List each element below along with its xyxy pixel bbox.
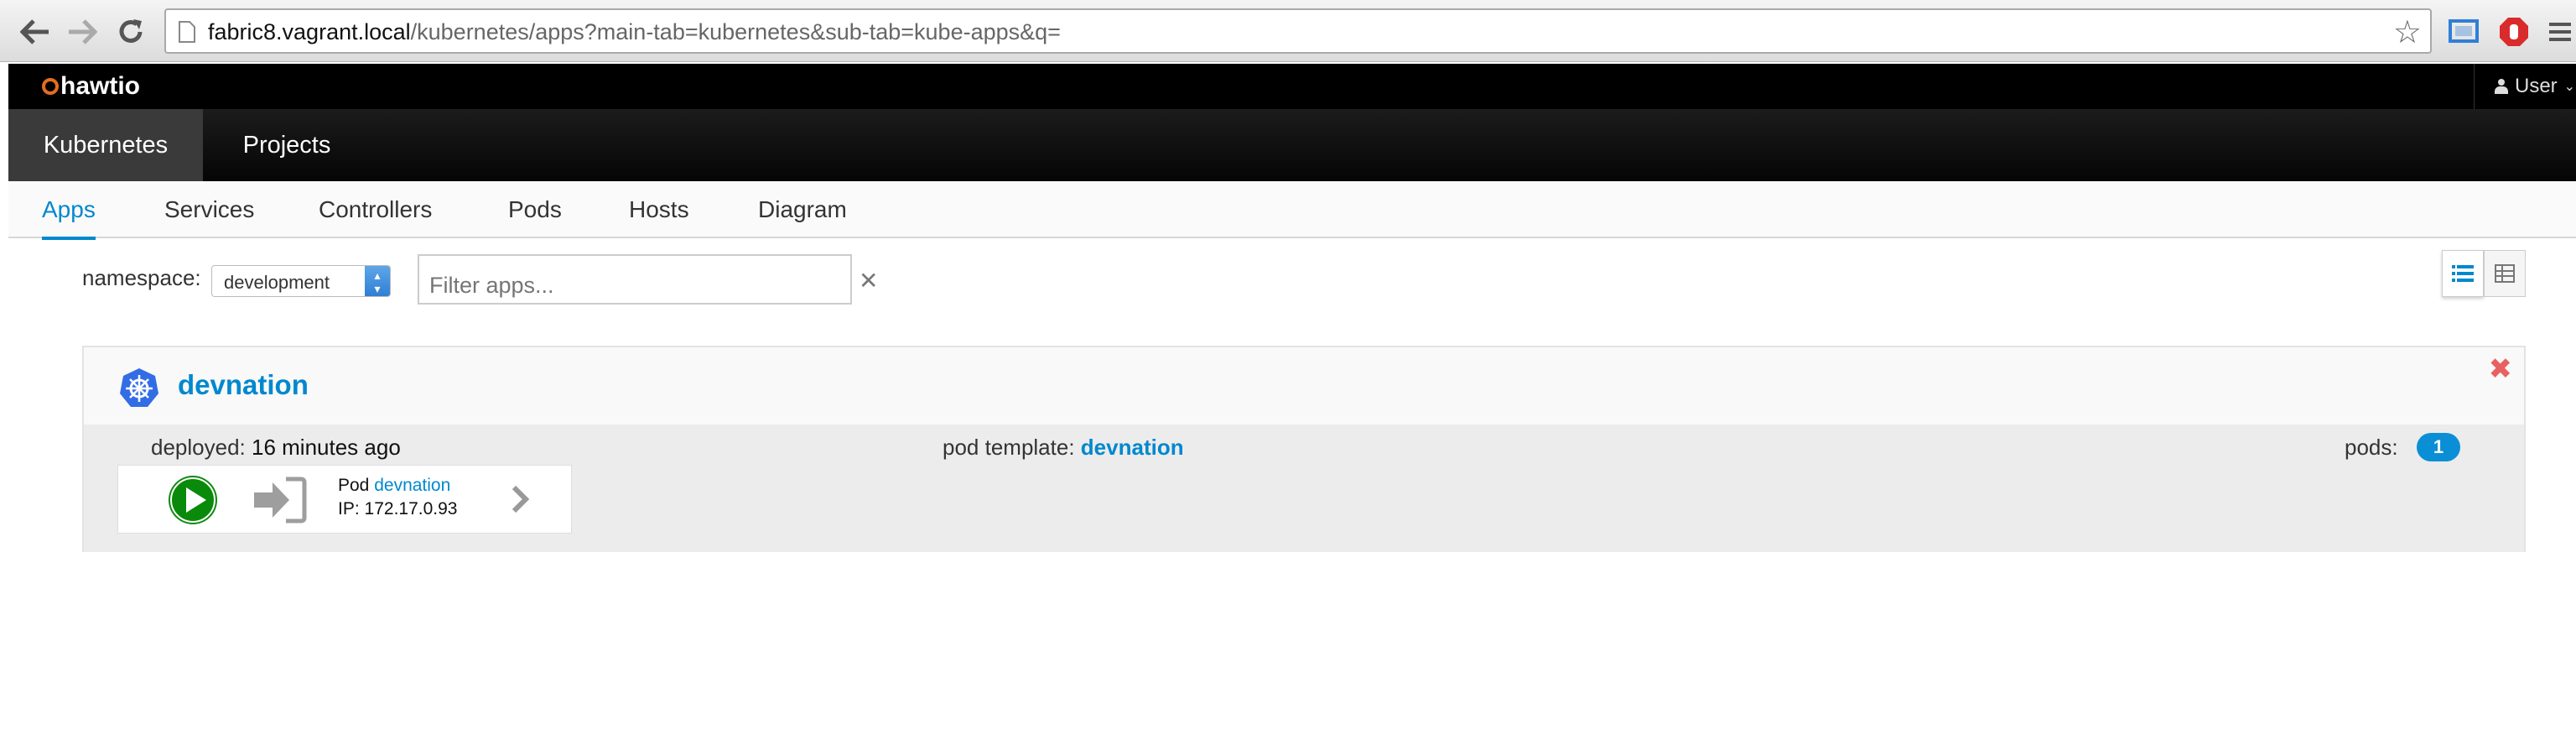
delete-app-icon[interactable]: ✖ bbox=[2489, 352, 2513, 386]
filter-apps-input[interactable] bbox=[418, 254, 852, 305]
subtab-hosts[interactable]: Hosts bbox=[629, 181, 689, 238]
hamburger-menu-icon bbox=[2549, 23, 2571, 41]
app-card-body: deployed: 16 minutes ago pod template: d… bbox=[84, 425, 2524, 552]
url-host: fabric8.vagrant.local bbox=[208, 19, 411, 44]
url-text: fabric8.vagrant.local/kubernetes/apps?ma… bbox=[208, 19, 1061, 45]
page-icon bbox=[179, 21, 195, 43]
subtab-apps[interactable]: Apps bbox=[42, 181, 96, 240]
kubernetes-icon bbox=[120, 368, 158, 407]
reload-icon bbox=[119, 19, 143, 43]
reload-button[interactable] bbox=[112, 13, 149, 50]
pod-prefix: Pod bbox=[338, 476, 370, 495]
user-menu[interactable]: User ⌄ bbox=[2474, 64, 2576, 109]
screen-icon bbox=[2449, 19, 2479, 43]
deployed-label: deployed: bbox=[151, 435, 246, 460]
pod-template-label: pod template: bbox=[943, 435, 1075, 460]
deployed-info: deployed: 16 minutes ago bbox=[151, 435, 401, 461]
namespace-value: development bbox=[224, 272, 330, 293]
back-button[interactable] bbox=[17, 13, 54, 50]
list-view-button[interactable] bbox=[2442, 250, 2484, 297]
user-label: User bbox=[2515, 75, 2558, 97]
pods-label: pods: bbox=[2345, 435, 2398, 460]
menu-button[interactable] bbox=[2541, 13, 2576, 50]
deployed-value: 16 minutes ago bbox=[252, 435, 401, 460]
back-arrow-icon bbox=[20, 19, 49, 44]
extension-button[interactable] bbox=[2496, 13, 2532, 50]
forward-button[interactable] bbox=[64, 13, 101, 50]
subtab-controllers[interactable]: Controllers bbox=[319, 181, 432, 238]
pod-name-link[interactable]: devnation bbox=[374, 476, 450, 495]
address-bar[interactable]: fabric8.vagrant.local/kubernetes/apps?ma… bbox=[164, 8, 2432, 54]
browser-toolbar: fabric8.vagrant.local/kubernetes/apps?ma… bbox=[0, 0, 2576, 62]
tab-kubernetes[interactable]: Kubernetes bbox=[8, 109, 203, 181]
subtab-diagram[interactable]: Diagram bbox=[758, 181, 847, 238]
select-arrows-icon: ▴ ▾ bbox=[365, 266, 390, 296]
logo-icon bbox=[42, 78, 59, 95]
list-icon bbox=[2452, 265, 2474, 282]
app-name-link[interactable]: devnation bbox=[178, 369, 309, 401]
chevron-right-icon[interactable] bbox=[504, 482, 538, 516]
running-play-icon bbox=[169, 476, 217, 524]
app-card: devnation ✖ deployed: 16 minutes ago pod… bbox=[82, 346, 2526, 552]
pod-template-info: pod template: devnation bbox=[943, 435, 1184, 461]
pod-item: Pod devnation IP: 172.17.0.93 bbox=[117, 465, 572, 534]
cast-button[interactable] bbox=[2445, 13, 2482, 50]
chevron-down-icon: ⌄ bbox=[2563, 80, 2576, 94]
logo-text: hawtio bbox=[60, 72, 140, 100]
clear-filter-icon[interactable]: ✕ bbox=[859, 267, 878, 294]
app-header: hawtio User ⌄ bbox=[8, 64, 2576, 109]
pod-ip-value: 172.17.0.93 bbox=[364, 499, 458, 518]
pods-count-badge[interactable]: 1 bbox=[2417, 433, 2460, 461]
pod-ip-label: IP: bbox=[338, 499, 360, 518]
main-nav: Kubernetes Projects bbox=[8, 109, 2576, 181]
user-icon bbox=[2495, 79, 2508, 94]
namespace-label: namespace: bbox=[82, 265, 201, 290]
hawtio-logo[interactable]: hawtio bbox=[42, 72, 140, 101]
bookmark-star-icon[interactable]: ☆ bbox=[2393, 13, 2422, 51]
app-card-header: devnation ✖ bbox=[84, 347, 2524, 425]
adblock-stop-icon bbox=[2500, 18, 2528, 46]
grid-icon bbox=[2495, 264, 2515, 283]
login-arrow-icon[interactable] bbox=[252, 476, 308, 524]
sub-nav: Apps Services Controllers Pods Hosts Dia… bbox=[8, 181, 2576, 240]
url-path: /kubernetes/apps?main-tab=kubernetes&sub… bbox=[410, 19, 1061, 44]
pod-template-link[interactable]: devnation bbox=[1081, 435, 1184, 460]
namespace-select[interactable]: development ▴ ▾ bbox=[211, 265, 391, 297]
subtab-services[interactable]: Services bbox=[164, 181, 254, 238]
table-view-button[interactable] bbox=[2484, 250, 2526, 297]
subtab-pods[interactable]: Pods bbox=[508, 181, 562, 238]
tab-projects[interactable]: Projects bbox=[203, 109, 371, 181]
pod-ip-line: IP: 172.17.0.93 bbox=[338, 499, 457, 519]
forward-arrow-icon bbox=[69, 19, 97, 44]
pod-name-line: Pod devnation bbox=[338, 476, 450, 496]
